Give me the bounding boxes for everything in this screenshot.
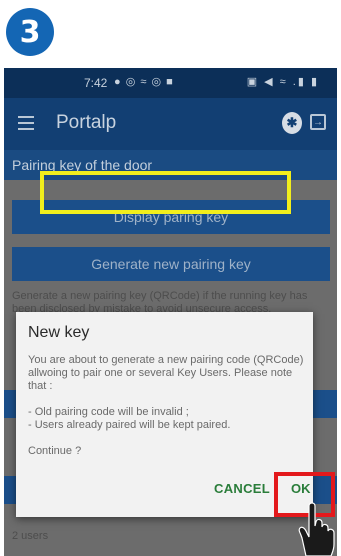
status-system-icons: ▣ ◀ ≈ .▮ ▮ <box>246 76 319 88</box>
cancel-button[interactable]: CANCEL <box>214 481 270 496</box>
bluetooth-icon[interactable]: ✱ <box>282 112 302 134</box>
status-time: 7:42 <box>84 76 108 90</box>
dialog-note-users-kept: - Users already paired will be kept pair… <box>28 419 231 431</box>
users-count: 2 users <box>12 530 49 542</box>
dialog-title: New key <box>28 324 90 341</box>
status-notification-icons: ● ◎ ≈ ◎ ■ <box>114 76 174 88</box>
dialog-intro: You are about to generate a new pairing … <box>28 354 304 392</box>
exit-icon[interactable]: → <box>310 114 326 130</box>
dialog-message: You are about to generate a new pairing … <box>28 354 306 458</box>
generate-button-highlight <box>40 171 291 214</box>
step-number-badge: 3 <box>6 8 54 56</box>
app-bar: Portalp ✱ → <box>4 98 337 150</box>
hand-pointer-icon <box>298 502 335 556</box>
dialog-note-old-code: - Old pairing code will be invalid ; <box>28 406 189 418</box>
status-bar: 7:42 ● ◎ ≈ ◎ ■ ▣ ◀ ≈ .▮ ▮ <box>4 68 337 98</box>
menu-icon[interactable] <box>18 116 34 130</box>
generate-pairing-key-button[interactable]: Generate new pairing key <box>12 247 330 281</box>
dialog-question: Continue ? <box>28 445 82 457</box>
new-key-dialog: New key You are about to generate a new … <box>16 312 313 517</box>
app-title: Portalp <box>56 112 117 133</box>
